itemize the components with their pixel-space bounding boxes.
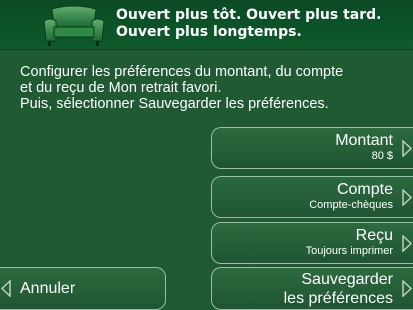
receipt-label: Reçu xyxy=(355,227,393,244)
instruction-line-2: et du reçu de Mon retrait favori. xyxy=(20,80,222,96)
cancel-label: Annuler xyxy=(20,280,76,297)
save-label-line-2: les préférences xyxy=(283,290,393,307)
chevron-right-icon xyxy=(402,280,412,297)
amount-label: Montant xyxy=(335,132,393,149)
receipt-value: Toujours imprimer xyxy=(305,245,393,257)
armchair-icon xyxy=(43,5,105,46)
save-label-line-1: Sauvegarder xyxy=(301,271,393,288)
account-value: Compte-chèques xyxy=(309,199,393,211)
chevron-right-icon xyxy=(402,189,412,206)
instruction-line-1: Configurer les préférences du montant, d… xyxy=(20,64,344,80)
slogan: Ouvert plus tôt. Ouvert plus tard. Ouver… xyxy=(116,7,382,41)
account-button[interactable]: Compte Compte-chèques xyxy=(211,176,413,218)
atm-screen: Ouvert plus tôt. Ouvert plus tard. Ouver… xyxy=(0,0,413,310)
cancel-button[interactable]: Annuler xyxy=(0,267,166,310)
instruction-line-3: Puis, sélectionner Sauvegarder les préfé… xyxy=(20,96,329,112)
chevron-left-icon xyxy=(1,280,11,297)
receipt-button[interactable]: Reçu Toujours imprimer xyxy=(211,222,413,264)
slogan-line-1: Ouvert plus tôt. Ouvert plus tard. xyxy=(116,7,382,23)
account-label: Compte xyxy=(336,181,393,198)
amount-value: 80 $ xyxy=(371,150,393,162)
save-preferences-button[interactable]: Sauvegarder les préférences xyxy=(211,267,413,310)
amount-button[interactable]: Montant 80 $ xyxy=(211,127,413,169)
slogan-line-2: Ouvert plus longtemps. xyxy=(116,24,302,40)
instructions: Configurer les préférences du montant, d… xyxy=(20,64,400,112)
header-banner: Ouvert plus tôt. Ouvert plus tard. Ouver… xyxy=(0,0,413,50)
chevron-right-icon xyxy=(402,140,412,157)
chevron-right-icon xyxy=(402,235,412,252)
